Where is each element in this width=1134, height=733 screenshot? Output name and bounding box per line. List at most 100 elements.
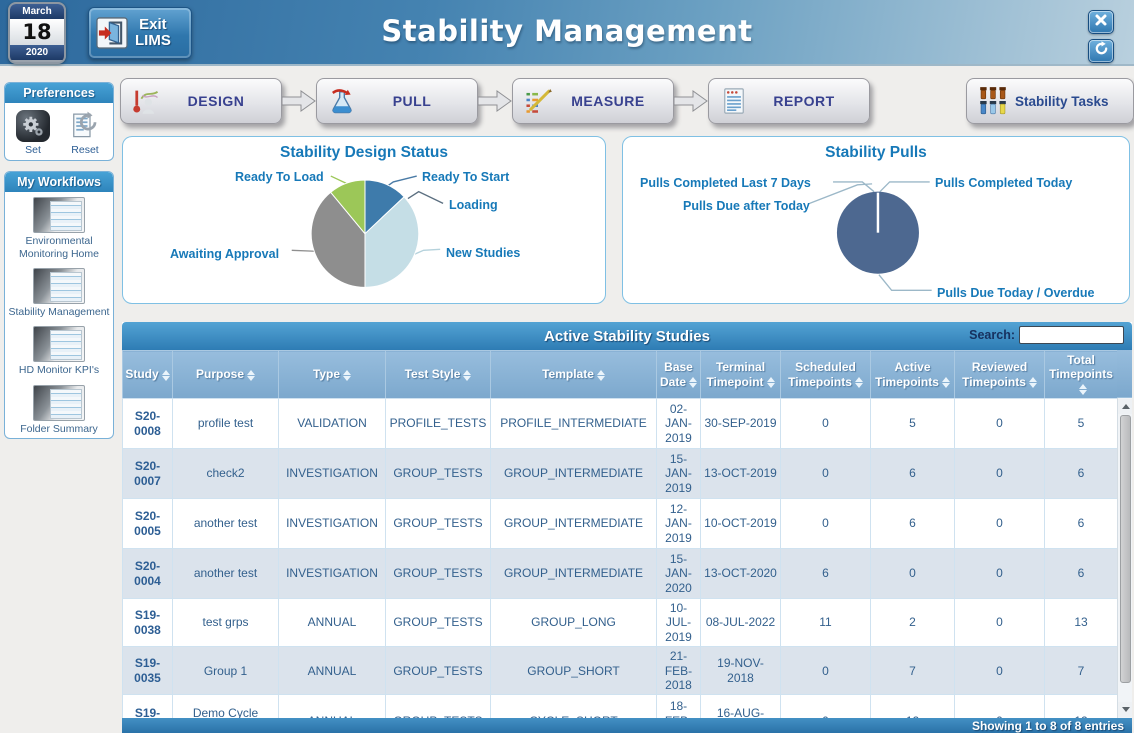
pull-step-button[interactable]: PULL <box>316 78 478 124</box>
sort-icon[interactable] <box>1029 377 1037 388</box>
sort-icon[interactable] <box>463 370 471 381</box>
table-row[interactable]: S19-0035Group 1ANNUALGROUP_TESTSGROUP_SH… <box>123 647 1118 695</box>
column-header-base-date[interactable]: Base Date <box>657 351 701 399</box>
table-cell: 7 <box>871 647 955 695</box>
table-row[interactable]: S19-0028Demo Cycle Testing shortANNUALGR… <box>123 695 1118 718</box>
preferences-reset-button[interactable]: Reset <box>67 109 103 156</box>
table-cell: 0 <box>955 499 1045 549</box>
table-cell: another test <box>173 549 279 599</box>
table-cell: 15-JAN-2020 <box>657 549 701 599</box>
table-row[interactable]: S19-0038test grpsANNUALGROUP_TESTSGROUP_… <box>123 599 1118 647</box>
column-header-test-style[interactable]: Test Style <box>386 351 491 399</box>
flow-arrow-icon <box>674 90 708 112</box>
table-cell: 0 <box>955 399 1045 449</box>
pie-label-ready-to-load: Ready To Load <box>235 170 324 184</box>
design-status-pie-chart[interactable] <box>123 137 605 303</box>
preferences-set-button[interactable]: Set <box>15 109 51 156</box>
close-icon <box>1094 13 1108 32</box>
column-header-reviewed-timepoints[interactable]: Reviewed Timepoints <box>955 351 1045 399</box>
sort-icon[interactable] <box>597 370 605 381</box>
measure-step-button[interactable]: MEASURE <box>512 78 674 124</box>
table-cell: 5 <box>1045 399 1118 449</box>
workflow-thumbnail-icon <box>33 385 85 421</box>
table-row[interactable]: S20-0004another testINVESTIGATIONGROUP_T… <box>123 549 1118 599</box>
column-header-type[interactable]: Type <box>279 351 386 399</box>
workflow-thumbnail-icon <box>33 268 85 304</box>
table-row[interactable]: S20-0007check2INVESTIGATIONGROUP_TESTSGR… <box>123 449 1118 499</box>
table-cell: 15-JAN-2019 <box>657 449 701 499</box>
refresh-button[interactable] <box>1088 39 1114 63</box>
study-id-cell[interactable]: S20-0008 <box>123 399 173 449</box>
sidebar-item-environmental-monitoring-home[interactable]: Environmental Monitoring Home <box>5 192 113 263</box>
report-document-icon <box>719 86 749 116</box>
table-cell: 13-OCT-2019 <box>701 449 781 499</box>
pull-flask-icon <box>327 86 357 116</box>
table-cell: 0 <box>781 695 871 718</box>
study-id-cell[interactable]: S20-0005 <box>123 499 173 549</box>
column-header-template[interactable]: Template <box>491 351 657 399</box>
table-cell: 02-JAN-2019 <box>657 399 701 449</box>
sort-icon[interactable] <box>162 370 170 381</box>
table-cell: 6 <box>1045 499 1118 549</box>
column-header-scheduled-timepoints[interactable]: Scheduled Timepoints <box>781 351 871 399</box>
table-cell: 0 <box>781 647 871 695</box>
design-step-button[interactable]: DESIGN <box>120 78 282 124</box>
table-cell: GROUP_INTERMEDIATE <box>491 499 657 549</box>
table-cell: 6 <box>1045 549 1118 599</box>
search-input[interactable] <box>1019 326 1124 344</box>
active-stability-studies-table: Active Stability Studies Search: Study P… <box>122 322 1132 733</box>
table-cell: PROFILE_INTERMEDIATE <box>491 399 657 449</box>
sort-icon[interactable] <box>1079 384 1087 395</box>
study-id-cell[interactable]: S20-0007 <box>123 449 173 499</box>
table-row[interactable]: S20-0008profile testVALIDATIONPROFILE_TE… <box>123 399 1118 449</box>
page-title: Stability Management <box>0 14 1134 48</box>
sort-icon[interactable] <box>942 377 950 388</box>
sidebar-item-hd-monitor-kpis[interactable]: HD Monitor KPI's <box>5 321 113 379</box>
close-button[interactable] <box>1088 10 1114 34</box>
stability-tasks-label: Stability Tasks <box>1015 94 1109 109</box>
table-row[interactable]: S20-0005another testINVESTIGATIONGROUP_T… <box>123 499 1118 549</box>
table-cell: INVESTIGATION <box>279 449 386 499</box>
stability-tasks-button[interactable]: Stability Tasks <box>966 78 1134 124</box>
refresh-icon <box>1094 41 1109 61</box>
column-header-active-timepoints[interactable]: Active Timepoints <box>871 351 955 399</box>
study-id-cell[interactable]: S19-0038 <box>123 599 173 647</box>
sort-icon[interactable] <box>247 370 255 381</box>
column-header-study[interactable]: Study <box>123 351 173 399</box>
study-id-cell[interactable]: S20-0004 <box>123 549 173 599</box>
sort-icon[interactable] <box>855 377 863 388</box>
preferences-header: Preferences <box>5 83 113 103</box>
table-cell: GROUP_TESTS <box>386 549 491 599</box>
table-title: Active Stability Studies <box>544 328 710 345</box>
table-cell: 21-FEB-2018 <box>657 647 701 695</box>
column-header-terminal-timepoint[interactable]: Terminal Timepoint <box>701 351 781 399</box>
column-header-total-timepoints[interactable]: Total Timepoints <box>1045 351 1118 399</box>
study-id-cell[interactable]: S19-0035 <box>123 647 173 695</box>
sidebar-item-folder-summary[interactable]: Folder Summary <box>5 380 113 438</box>
sort-icon[interactable] <box>343 370 351 381</box>
sort-icon[interactable] <box>767 377 775 388</box>
gear-icon <box>15 109 51 143</box>
scroll-up-button[interactable] <box>1118 399 1132 414</box>
table-cell: 6 <box>781 549 871 599</box>
stability-pulls-pie-chart[interactable] <box>623 137 1129 303</box>
table-cell: Group 1 <box>173 647 279 695</box>
table-cell: 11 <box>781 599 871 647</box>
sidebar-item-stability-management[interactable]: Stability Management <box>5 263 113 321</box>
sort-icon[interactable] <box>689 377 697 388</box>
reset-label: Reset <box>71 144 98 156</box>
table-cell: INVESTIGATION <box>279 549 386 599</box>
column-header-purpose[interactable]: Purpose <box>173 351 279 399</box>
scroll-down-button[interactable] <box>1118 702 1132 717</box>
vertical-scrollbar[interactable] <box>1117 398 1132 718</box>
sidebar: Preferences <box>4 82 114 449</box>
report-step-button[interactable]: REPORT <box>708 78 870 124</box>
table-cell: profile test <box>173 399 279 449</box>
study-id-cell[interactable]: S19-0028 <box>123 695 173 718</box>
stability-pulls-panel: Stability Pulls Pulls Completed Last 7 D… <box>622 136 1130 304</box>
table-cell: 0 <box>955 695 1045 718</box>
search-label: Search: <box>969 328 1015 342</box>
table-body-area: S20-0008profile testVALIDATIONPROFILE_TE… <box>122 398 1132 718</box>
table-cell: GROUP_TESTS <box>386 449 491 499</box>
scrollbar-thumb[interactable] <box>1120 415 1131 683</box>
